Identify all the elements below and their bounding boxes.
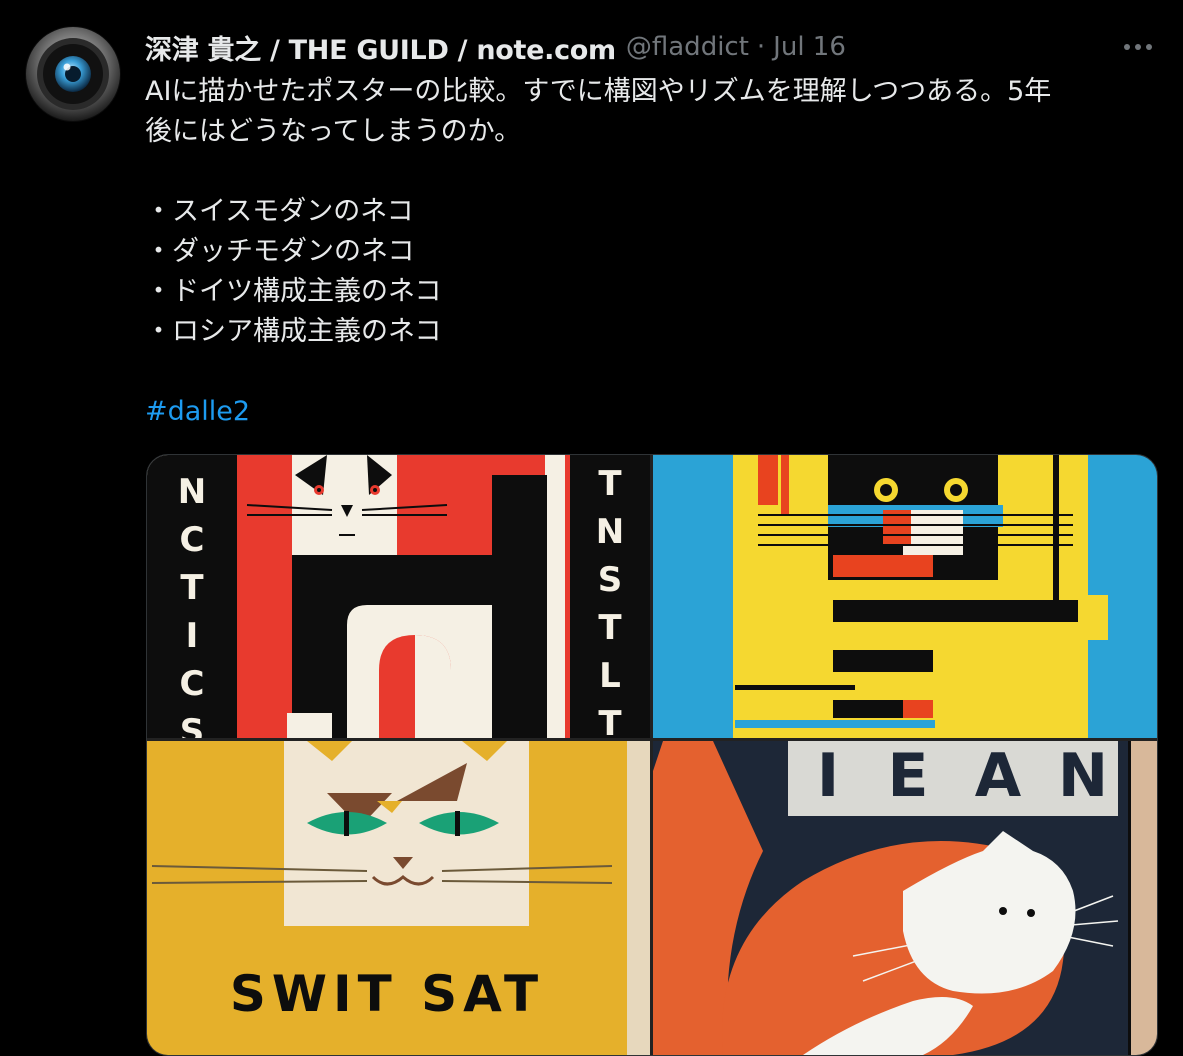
poster-letter: N [596, 512, 624, 552]
poster-letter: N [178, 472, 206, 512]
poster-letter: I [817, 741, 839, 811]
bullet-item: ・ダッチモダンのネコ [145, 236, 415, 267]
poster-letter: S [180, 712, 205, 738]
dutch-cat-poster-image [653, 455, 1157, 738]
hashtag-link[interactable]: #dalle2 [145, 396, 250, 427]
poster-letter: I [186, 616, 199, 656]
poster-letter: T [180, 568, 204, 608]
swiss-cat-poster-image: NCTICS TNSTLT [147, 455, 650, 738]
tweet-text-line: AIに描かせたポスターの比較。すでに構図やリズムを理解しつつある。5年 [145, 76, 1052, 107]
separator-dot: · [756, 32, 766, 62]
bullet-item: ・ドイツ構成主義のネコ [145, 276, 442, 307]
poster-letter: T [598, 608, 622, 648]
author-handle[interactable]: @fladdict [626, 32, 749, 62]
poster-letter: C [180, 664, 205, 704]
poster-swiss-modern[interactable]: NCTICS TNSTLT [147, 455, 650, 738]
german-cat-poster-image: SWIT SAT [147, 741, 650, 1055]
poster-letter: T [598, 464, 622, 504]
poster-letter: L [599, 656, 621, 696]
camera-lens-icon [26, 27, 120, 121]
more-options-button[interactable] [1118, 30, 1158, 64]
poster-russian-constructivism[interactable]: IEAN [653, 741, 1157, 1055]
tweet-text: AIに描かせたポスターの比較。すでに構図やリズムを理解しつつある。5年 後にはど… [145, 72, 1160, 432]
russian-cat-poster-image: IEAN [653, 741, 1157, 1055]
media-grid: NCTICS TNSTLT SWIT SAT I E A N [146, 454, 1158, 1056]
bullet-item: ・スイスモダンのネコ [145, 196, 414, 227]
bullet-item: ・ロシア構成主義のネコ [145, 316, 442, 347]
more-dots-icon [1124, 44, 1152, 50]
tweet[interactable]: 深津 貴之 / THE GUILD / note.com @fladdict ·… [0, 0, 1183, 1056]
poster-german-constructivism[interactable]: SWIT SAT [147, 741, 650, 1055]
poster-letter: S [598, 560, 623, 600]
tweet-text-line: 後にはどうなってしまうのか。 [145, 116, 522, 147]
timestamp-link[interactable]: Jul 16 [773, 32, 846, 62]
poster-letter: T [598, 704, 622, 738]
author-name[interactable]: 深津 貴之 / THE GUILD / note.com [145, 28, 616, 67]
tweet-header: 深津 貴之 / THE GUILD / note.com @fladdict ·… [145, 28, 846, 67]
avatar[interactable] [25, 26, 121, 122]
poster-letter: C [180, 520, 205, 560]
poster-letter: N [1058, 741, 1108, 811]
poster-caption: SWIT SAT [230, 965, 544, 1023]
poster-letter: E [888, 741, 929, 811]
poster-dutch-modern[interactable] [653, 455, 1157, 738]
poster-letter: A [975, 741, 1022, 811]
